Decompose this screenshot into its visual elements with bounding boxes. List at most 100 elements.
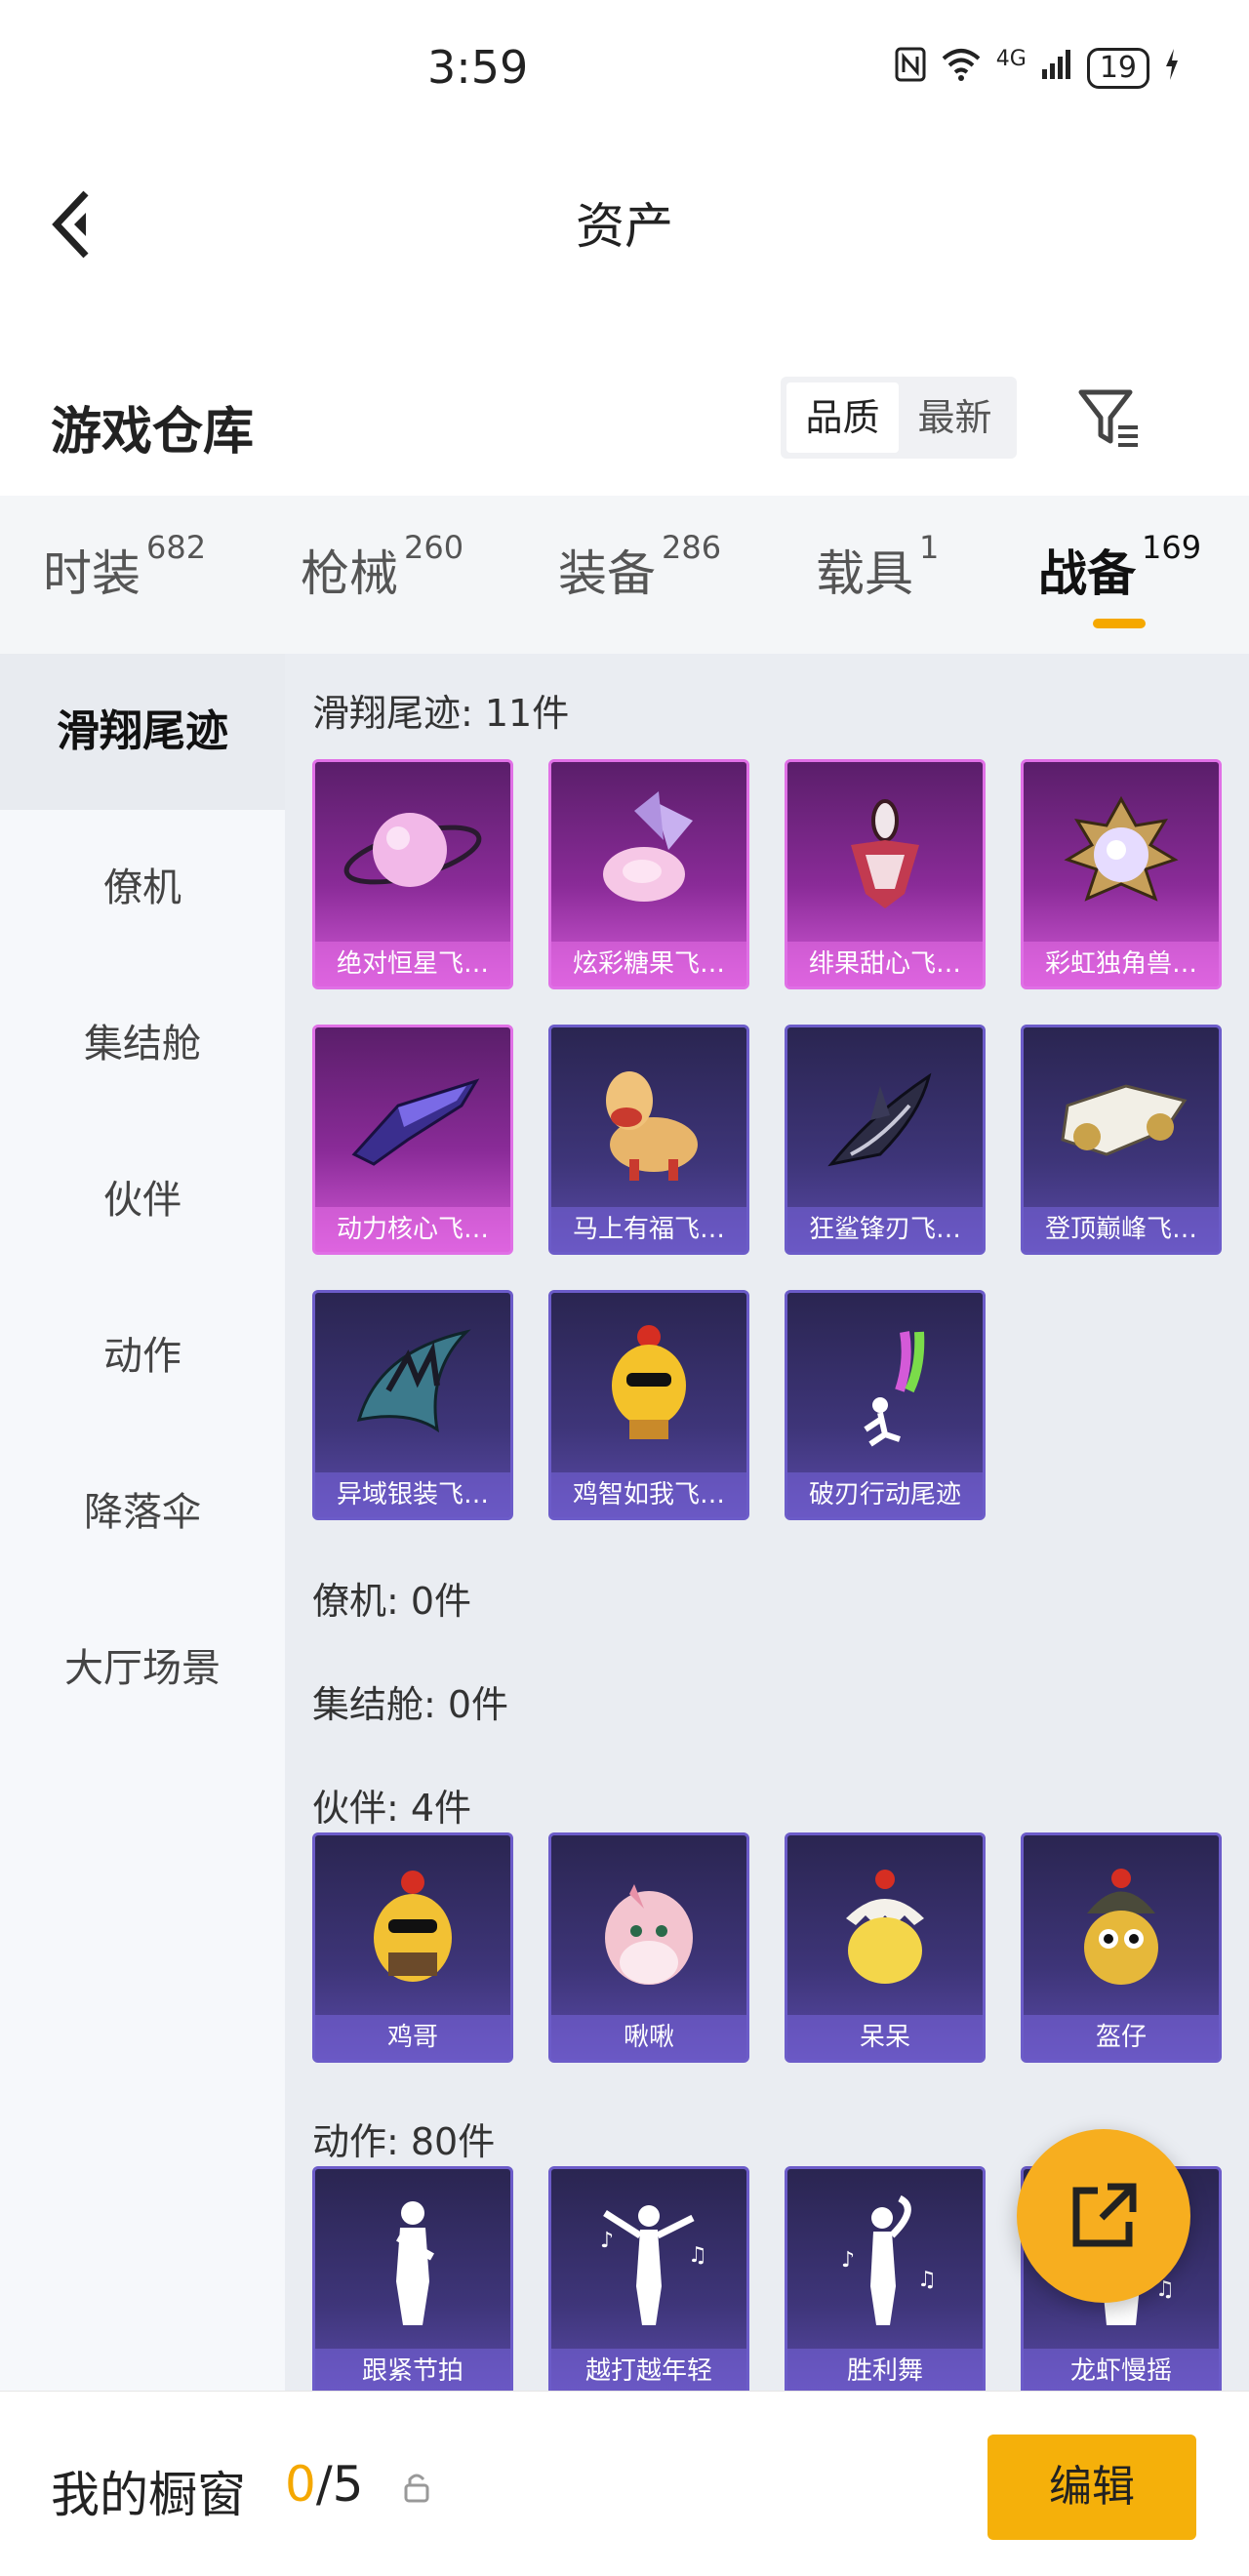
item-card[interactable]: ♪ ♫ 胜利舞 bbox=[785, 2166, 986, 2391]
section-header-wingman: 僚机: 0件 bbox=[312, 1580, 472, 1623]
item-name: 越打越年轻 bbox=[551, 2349, 746, 2391]
item-name: 动力核心飞… bbox=[315, 1207, 510, 1252]
sidebar-item-lobby-scene[interactable]: 大厅场景 bbox=[0, 1590, 285, 1747]
tab-count: 1 bbox=[919, 529, 940, 566]
item-card[interactable]: 绝对恒星飞… bbox=[312, 759, 513, 989]
section-header-emote: 动作: 80件 bbox=[312, 2120, 496, 2163]
victory-dance-emote-icon: ♪ ♫ bbox=[787, 2169, 983, 2355]
tab-combat-gear[interactable]: 战备 169 bbox=[1038, 529, 1201, 605]
item-name: 异域银装飞… bbox=[315, 1472, 510, 1517]
svg-text:♪: ♪ bbox=[600, 2229, 614, 2253]
battery-icon: 19 bbox=[1086, 48, 1149, 89]
smoke-trail-icon bbox=[787, 1293, 983, 1478]
item-name: 鸡哥 bbox=[315, 2015, 510, 2060]
sort-quality-button[interactable]: 品质 bbox=[786, 382, 899, 453]
tab-guns[interactable]: 枪械 260 bbox=[301, 529, 463, 605]
tab-label: 枪械 bbox=[301, 545, 398, 602]
share-icon bbox=[1072, 2183, 1137, 2247]
item-name: 狂鲨锋刃飞… bbox=[787, 1207, 983, 1252]
item-card[interactable]: 动力核心飞… bbox=[312, 1025, 513, 1255]
status-icons: 4G 19 bbox=[895, 47, 1181, 90]
active-tab-indicator bbox=[1093, 619, 1146, 628]
tab-vehicles[interactable]: 载具 1 bbox=[816, 529, 939, 605]
item-card[interactable]: 破刃行动尾迹 bbox=[785, 1290, 986, 1520]
item-name: 盔仔 bbox=[1024, 2015, 1219, 2060]
item-card[interactable]: 啾啾 bbox=[548, 1832, 749, 2063]
sweetheart-trail-icon bbox=[787, 762, 983, 947]
lock-icon bbox=[402, 2470, 431, 2505]
network-type: 4G bbox=[995, 46, 1027, 71]
share-button[interactable] bbox=[1017, 2129, 1190, 2303]
helmet-chick-partner-icon bbox=[1024, 1835, 1219, 2021]
status-bar: 3:59 4G 19 bbox=[0, 0, 1249, 146]
tab-label: 时装 bbox=[43, 545, 141, 602]
showcase-current: 0 bbox=[285, 2456, 316, 2513]
showcase-bar: 我的橱窗 0/5 编辑 bbox=[0, 2391, 1249, 2576]
charging-icon bbox=[1163, 47, 1181, 90]
planet-trail-icon bbox=[315, 762, 510, 947]
shark-trail-icon bbox=[787, 1027, 983, 1213]
section-header-capsule: 集结舱: 0件 bbox=[312, 1683, 509, 1726]
item-card[interactable]: 马上有福飞… bbox=[548, 1025, 749, 1255]
warehouse-header: 游戏仓库 品质 最新 bbox=[0, 371, 1249, 488]
svg-text:♫: ♫ bbox=[688, 2243, 707, 2268]
chicken-partner-icon bbox=[315, 1835, 510, 2021]
section-header-glide: 滑翔尾迹: 11件 bbox=[312, 692, 570, 735]
sidebar-item-partner[interactable]: 伙伴 bbox=[0, 1122, 285, 1278]
tab-count: 682 bbox=[146, 529, 207, 566]
power-core-trail-icon bbox=[315, 1027, 510, 1213]
item-card[interactable]: 鸡哥 bbox=[312, 1832, 513, 2063]
exotic-silver-trail-icon bbox=[315, 1293, 510, 1478]
sort-newest-button[interactable]: 最新 bbox=[899, 382, 1011, 453]
item-card[interactable]: 彩虹独角兽… bbox=[1021, 759, 1222, 989]
item-name: 鸡智如我飞… bbox=[551, 1472, 746, 1517]
category-tabs: 时装 682 枪械 260 装备 286 载具 1 战备 169 bbox=[0, 496, 1249, 654]
pink-bird-partner-icon bbox=[551, 1835, 746, 2021]
item-card[interactable]: 异域银装飞… bbox=[312, 1290, 513, 1520]
item-name: 马上有福飞… bbox=[551, 1207, 746, 1252]
tab-equipment[interactable]: 装备 286 bbox=[558, 529, 721, 605]
svg-text:♫: ♫ bbox=[917, 2268, 937, 2292]
tab-fashion[interactable]: 时装 682 bbox=[43, 529, 206, 605]
sidebar-item-capsule[interactable]: 集结舱 bbox=[0, 966, 285, 1122]
page-title: 资产 bbox=[576, 198, 673, 255]
candy-trail-icon bbox=[551, 762, 746, 947]
tab-label: 装备 bbox=[558, 545, 656, 602]
sidebar-item-wingman[interactable]: 僚机 bbox=[0, 810, 285, 966]
sidebar-item-emote[interactable]: 动作 bbox=[0, 1278, 285, 1434]
item-card[interactable]: 狂鲨锋刃飞… bbox=[785, 1025, 986, 1255]
item-card[interactable]: 盔仔 bbox=[1021, 1832, 1222, 2063]
sidebar-item-glide-trail[interactable]: 滑翔尾迹 bbox=[0, 654, 285, 810]
chicken-trail-icon bbox=[551, 1293, 746, 1478]
section-header-partner: 伙伴: 4件 bbox=[312, 1787, 472, 1830]
unicorn-trail-icon bbox=[1024, 762, 1219, 947]
wifi-icon bbox=[940, 47, 983, 90]
showcase-count: 0/5 bbox=[285, 2456, 363, 2513]
item-card[interactable]: 绯果甜心飞… bbox=[785, 759, 986, 989]
summit-trail-icon bbox=[1024, 1027, 1219, 1213]
horse-trail-icon bbox=[551, 1027, 746, 1213]
item-card[interactable]: 呆呆 bbox=[785, 1832, 986, 2063]
sort-toggle: 品质 最新 bbox=[781, 377, 1017, 459]
filter-icon[interactable] bbox=[1075, 384, 1144, 453]
item-name: 啾啾 bbox=[551, 2015, 746, 2060]
item-card[interactable]: 跟紧节拍 bbox=[312, 2166, 513, 2391]
showcase-total: /5 bbox=[315, 2456, 364, 2513]
tab-count: 260 bbox=[404, 529, 464, 566]
sidebar-item-parachute[interactable]: 降落伞 bbox=[0, 1434, 285, 1590]
tab-count: 286 bbox=[662, 529, 722, 566]
item-name: 登顶巅峰飞… bbox=[1024, 1207, 1219, 1252]
item-name: 破刃行动尾迹 bbox=[787, 1472, 983, 1517]
item-card[interactable]: ♪ ♫ 越打越年轻 bbox=[548, 2166, 749, 2391]
item-card[interactable]: 炫彩糖果飞… bbox=[548, 759, 749, 989]
edit-button[interactable]: 编辑 bbox=[987, 2435, 1196, 2540]
music-dance-emote-icon: ♪ ♫ bbox=[551, 2169, 746, 2355]
nfc-icon bbox=[895, 47, 926, 90]
item-name: 绝对恒星飞… bbox=[315, 942, 510, 986]
status-time: 3:59 bbox=[427, 41, 529, 94]
item-card[interactable]: 登顶巅峰飞… bbox=[1021, 1025, 1222, 1255]
showcase-label: 我的橱窗 bbox=[51, 2467, 246, 2523]
item-card[interactable]: 鸡智如我飞… bbox=[548, 1290, 749, 1520]
signal-icon bbox=[1040, 48, 1073, 89]
tab-label: 载具 bbox=[816, 545, 913, 602]
